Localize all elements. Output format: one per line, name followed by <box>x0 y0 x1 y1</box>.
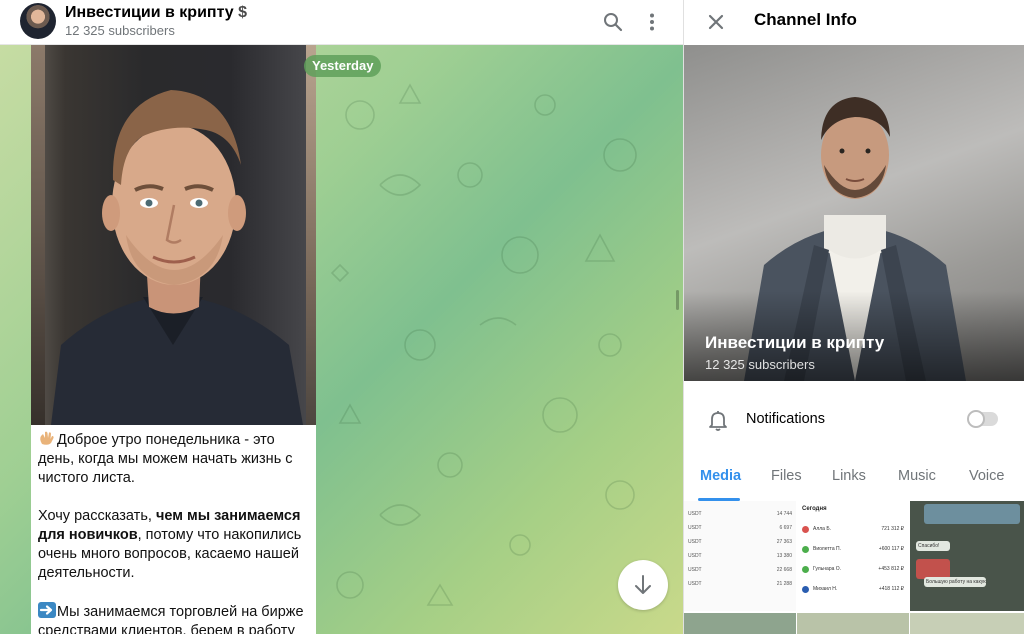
thumb-list-amount: 13 380 <box>776 553 792 559</box>
media-thumb-6[interactable] <box>910 613 1024 634</box>
tab-media[interactable]: Media <box>700 468 741 484</box>
channel-title[interactable]: Инвестиции в крипту $ <box>65 4 247 22</box>
media-thumb-3[interactable]: Спасибо! Большую работу на какую! <box>910 501 1024 611</box>
thumb-list-code: USDT <box>688 567 702 573</box>
bell-icon <box>709 411 727 431</box>
thumb-transfer-dot <box>802 545 809 553</box>
thumb-transfer-dot <box>802 585 809 593</box>
thumb-list-row: USDT 22 668 <box>688 563 792 577</box>
post-text: Доброе утро понедельника - это день, ког… <box>38 430 310 634</box>
thumb-sticker <box>916 559 950 579</box>
more-vertical-icon[interactable] <box>640 10 664 34</box>
notifications-label: Notifications <box>746 411 825 427</box>
thumb-list-code: USDT <box>688 525 702 531</box>
post-paragraph-3-text: Мы занимаемся торговлей на бирже средств… <box>38 604 304 634</box>
thumb-list-row: USDT 14 744 <box>688 507 792 521</box>
cover-channel-name: Инвестиции в крипту <box>705 333 885 352</box>
portrait-illustration <box>51 90 303 425</box>
thumb-transfer-name: Михаил Н. <box>813 586 838 592</box>
post-photo[interactable] <box>31 45 316 425</box>
thumb-list-row: USDT 13 380 <box>688 549 792 563</box>
chat-panel: Инвестиции в крипту $ 12 325 subscribers <box>0 0 683 634</box>
thumb-list: USDT 14 744 USDT 6 697 USDT 27 363 USDT 13 380 U… <box>688 507 792 591</box>
thumb-chat-snippet-1: Спасибо! <box>916 541 950 551</box>
post-paragraph-1-text: Доброе утро понедельника - это день, ког… <box>38 432 293 486</box>
tab-music[interactable]: Music <box>898 468 936 484</box>
media-thumb-4[interactable] <box>684 613 796 634</box>
cover-subscribers: 12 325 subscribers <box>705 357 815 372</box>
thumb-transfer-dot <box>802 565 809 573</box>
thumb-list-amount: 21 288 <box>776 581 792 587</box>
media-thumb-5[interactable] <box>797 613 909 634</box>
thumb-transfers-title: Сегодня <box>802 506 827 512</box>
media-thumb-1[interactable]: USDT 14 744 USDT 6 697 USDT 27 363 USDT 13 380 U… <box>684 501 796 611</box>
channel-subscribers: 12 325 subscribers <box>65 23 175 38</box>
notifications-row[interactable]: Notifications <box>684 398 1024 440</box>
tab-voice[interactable]: Voice <box>969 468 1004 484</box>
info-header: Channel Info <box>684 0 1024 45</box>
thumb-list-code: USDT <box>688 539 702 545</box>
thumb-list-code: USDT <box>688 553 702 559</box>
thumb-transfer-dot <box>802 525 809 533</box>
thumb-list-amount: 27 363 <box>776 539 792 545</box>
channel-avatar[interactable] <box>20 3 56 39</box>
dollar-emoji-icon: $ <box>238 4 248 21</box>
post-paragraph-1: Доброе утро понедельника - это день, ког… <box>38 430 310 488</box>
toggle-knob <box>967 410 985 428</box>
thumb-transfer-amount: +600 117 ₽ <box>878 546 904 552</box>
close-icon[interactable] <box>704 10 728 34</box>
chat-scrollbar[interactable] <box>676 290 679 310</box>
tab-links[interactable]: Links <box>832 468 866 484</box>
thumb-transfer-name: Алла Б. <box>813 526 832 532</box>
thumb-transfer-row: Виолетта П. +600 117 ₽ <box>802 539 904 559</box>
info-title: Channel Info <box>754 10 857 29</box>
thumb-transfer-name: Виолетта П. <box>813 546 842 552</box>
thumb-list-amount: 14 744 <box>776 511 792 517</box>
thumb-list-code: USDT <box>688 511 702 517</box>
thumb-list-code: USDT <box>688 581 702 587</box>
media-grid: USDT 14 744 USDT 6 697 USDT 27 363 USDT 13 380 U… <box>684 501 1024 634</box>
date-separator: Yesterday <box>304 55 382 77</box>
thumb-chat-snippet-2: Большую работу на какую! <box>924 577 986 587</box>
post-paragraph-2: Хочу рассказать, чем мы занимаемся для н… <box>38 507 310 583</box>
scroll-down-button[interactable] <box>618 560 668 610</box>
media-tabs: Media Files Links Music Voice <box>684 455 1024 501</box>
thumb-transfer-amount: +418 112 ₽ <box>878 586 904 592</box>
thumb-transfer-row: Гульнара О. +453 812 ₽ <box>802 559 904 579</box>
thumb-transfer-amount: +453 812 ₽ <box>878 566 904 572</box>
media-thumb-2[interactable]: Сегодня Алла Б. 721 312 ₽ Виолетта П. +600 … <box>797 501 909 611</box>
thumb-transfer-row: Михаил Н. +418 112 ₽ <box>802 579 904 599</box>
chat-header[interactable]: Инвестиции в крипту $ 12 325 subscribers <box>0 0 683 45</box>
thumb-list-row: USDT 6 697 <box>688 521 792 535</box>
channel-title-text: Инвестиции в крипту <box>65 4 234 21</box>
channel-post[interactable]: Доброе утро понедельника - это день, ког… <box>31 45 316 634</box>
search-icon[interactable] <box>601 10 625 34</box>
arrow-down-icon <box>635 575 651 594</box>
thumb-list-row: USDT 27 363 <box>688 535 792 549</box>
thumb-chat-bubble <box>924 504 1020 524</box>
channel-cover-photo[interactable]: Инвестиции в крипту 12 325 subscribers <box>684 45 1024 381</box>
waving-hand-icon <box>40 431 54 445</box>
thumb-list-amount: 6 697 <box>779 525 792 531</box>
thumb-transfers: Алла Б. 721 312 ₽ Виолетта П. +600 117 ₽ Гул… <box>802 519 904 599</box>
tab-files[interactable]: Files <box>771 468 802 484</box>
right-arrow-icon <box>38 602 56 618</box>
channel-info-panel: Channel Info Инвестиции в крипту 12 325 <box>683 0 1024 634</box>
post-paragraph-3: Мы занимаемся торговлей на бирже средств… <box>38 602 310 634</box>
post-paragraph-2-start: Хочу рассказать, <box>38 508 156 524</box>
thumb-transfer-row: Алла Б. 721 312 ₽ <box>802 519 904 539</box>
thumb-list-amount: 22 668 <box>776 567 792 573</box>
thumb-transfer-name: Гульнара О. <box>813 566 842 572</box>
telegram-web-app: Инвестиции в крипту $ 12 325 subscribers <box>0 0 1024 634</box>
notifications-toggle[interactable] <box>967 410 998 428</box>
thumb-transfer-amount: 721 312 ₽ <box>881 526 904 532</box>
thumb-list-row: USDT 21 288 <box>688 577 792 591</box>
